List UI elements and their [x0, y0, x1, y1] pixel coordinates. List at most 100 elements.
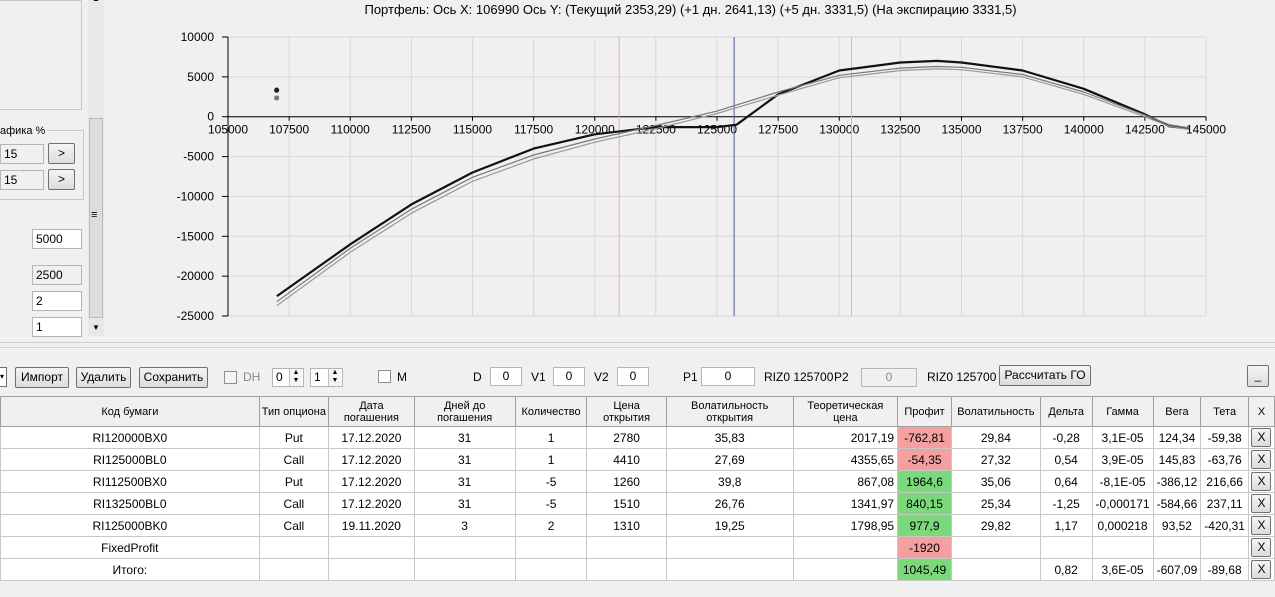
save-button[interactable]: Сохранить	[139, 367, 208, 388]
p1-field[interactable]: 0	[701, 367, 755, 386]
cell-profit: -762,81	[897, 426, 952, 449]
remove-cell: X	[1247, 514, 1275, 537]
cell-code: RI132500BL0	[0, 492, 260, 515]
table-row[interactable]: RI112500BX0 Put 17.12.2020 31 -5 1260 39,8 867,…	[0, 470, 1275, 493]
import-button[interactable]: Импорт	[15, 367, 69, 388]
cell-vol-open	[665, 558, 794, 581]
header-col-theo[interactable]: Теоретическая цена	[792, 396, 899, 427]
table-row[interactable]: FixedProfit -1920 X	[0, 536, 1275, 559]
scale-y-button[interactable]: >	[48, 169, 75, 190]
dropdown-arrow-icon[interactable]: ▾	[0, 367, 7, 387]
cell-date: 17.12.2020	[328, 426, 415, 449]
cell-profit: 977,9	[897, 514, 952, 537]
delete-button[interactable]: Удалить	[76, 367, 131, 388]
remove-row-button[interactable]: X	[1251, 428, 1272, 447]
current-price-point	[274, 95, 280, 101]
cell-profit: -54,35	[897, 448, 952, 471]
table-row[interactable]: RI125000BL0 Call 17.12.2020 31 1 4410 27,69 435…	[0, 448, 1275, 471]
v1-field[interactable]: 0	[553, 367, 585, 386]
cell-date: 17.12.2020	[328, 448, 415, 471]
header-col-delta[interactable]: Дельта	[1039, 396, 1093, 427]
series-line	[276, 68, 1189, 307]
cell-type	[258, 536, 330, 559]
scale-y-field[interactable]: 15	[0, 170, 44, 190]
remove-row-button[interactable]: X	[1251, 494, 1272, 513]
header-col-profit[interactable]: Профит	[897, 396, 952, 427]
cell-days	[413, 536, 516, 559]
header-col-vega[interactable]: Вега	[1152, 396, 1202, 427]
d-field[interactable]: 0	[490, 367, 522, 386]
header-col-type[interactable]: Тип опциона	[258, 396, 330, 427]
header-col-open[interactable]: Цена открытия	[586, 396, 667, 427]
cell-delta: 0,64	[1039, 470, 1093, 493]
spin-arrows-icon[interactable]: ▲ ▼	[328, 369, 341, 386]
cell-type: Call	[258, 492, 330, 515]
header-col-days[interactable]: Дней до погашения	[413, 396, 516, 427]
header-col-qty[interactable]: Количество	[514, 396, 588, 427]
cell-days	[413, 558, 516, 581]
minimize-button[interactable]: _	[1247, 365, 1269, 387]
remove-row-button[interactable]: X	[1251, 516, 1272, 535]
header-col-date[interactable]: Дата погашения	[328, 396, 415, 427]
dh-checkbox[interactable]	[224, 371, 237, 384]
scale-x-field[interactable]: 15	[0, 144, 44, 164]
spin-arrows-icon[interactable]: ▲ ▼	[289, 369, 302, 386]
param-field-1[interactable]: 5000	[32, 229, 82, 249]
cell-type: Call	[258, 514, 330, 537]
table-row[interactable]: RI120000BX0 Put 17.12.2020 31 1 2780 35,83 2017…	[0, 426, 1275, 449]
scale-x-button[interactable]: >	[48, 143, 75, 164]
positions-table: Код бумаги Тип опциона Дата погашения Дней …	[0, 396, 1275, 581]
remove-cell: X	[1247, 492, 1275, 515]
cell-code: RI125000BL0	[0, 448, 260, 471]
header-col-x[interactable]: X	[1247, 396, 1275, 427]
scroll-up-icon[interactable]: ▲	[92, 0, 100, 3]
x-tick-label: 110000	[331, 123, 370, 137]
cell-qty	[514, 536, 588, 559]
cell-gamma: -8,1E-05	[1091, 470, 1154, 493]
x-tick-label: 130000	[819, 123, 859, 137]
cell-theo: 4355,65	[792, 448, 899, 471]
m-checkbox[interactable]	[378, 370, 391, 383]
param-field-2: 2500	[32, 265, 82, 285]
calculate-margin-button[interactable]: Рассчитать ГО	[999, 365, 1091, 386]
scroll-down-icon[interactable]: ▼	[92, 323, 100, 332]
table-row[interactable]: RI125000BK0 Call 19.11.2020 3 2 1310 19,25 1798…	[0, 514, 1275, 537]
splitter[interactable]	[0, 342, 1275, 348]
remove-row-button[interactable]: X	[1251, 560, 1272, 579]
v2-field[interactable]: 0	[617, 367, 649, 386]
cell-theta: -420,31	[1200, 514, 1249, 537]
header-col-theta[interactable]: Тета	[1200, 396, 1249, 427]
header-col-vol[interactable]: Волатильность	[950, 396, 1041, 427]
cell-theo	[792, 558, 899, 581]
p1-instrument-label: RIZ0 125700	[764, 370, 834, 384]
remove-row-button[interactable]: X	[1251, 538, 1272, 557]
remove-row-button[interactable]: X	[1251, 472, 1272, 491]
remove-row-button[interactable]: X	[1251, 450, 1272, 469]
param-field-4[interactable]: 1	[32, 317, 82, 337]
cell-theo	[792, 536, 899, 559]
p1-label: P1	[683, 370, 698, 384]
cell-vol: 25,34	[950, 492, 1041, 515]
cell-profit: 1964,6	[897, 470, 952, 493]
cell-delta	[1039, 536, 1093, 559]
cell-theo: 1798,95	[792, 514, 899, 537]
header-col-gamma[interactable]: Гамма	[1091, 396, 1154, 427]
x-tick-label: 117500	[514, 123, 553, 137]
cell-date: 17.12.2020	[328, 492, 415, 515]
cell-qty	[514, 558, 588, 581]
cell-vol: 27,32	[950, 448, 1041, 471]
x-tick-label: 112500	[392, 123, 431, 137]
chart-plot[interactable]: 105000 107500 110000 112500 115000 117500 1200…	[106, 0, 1275, 340]
cell-vega: -607,09	[1152, 558, 1202, 581]
payoff-chart: Портфель: Ось X: 106990 Ось Y: (Текущий …	[106, 0, 1275, 340]
cell-code: RI125000BK0	[0, 514, 260, 537]
table-row[interactable]: RI132500BL0 Call 17.12.2020 31 -5 1510 26,76 13…	[0, 492, 1275, 515]
table-row[interactable]: Итого: 1045,49 0,82 3,6E-05 -607,09 -89,68 X	[0, 558, 1275, 581]
cell-date: 19.11.2020	[328, 514, 415, 537]
header-col-code[interactable]: Код бумаги	[0, 396, 260, 427]
cell-vol-open: 26,76	[665, 492, 794, 515]
header-col-vol-open[interactable]: Волатильность открытия	[665, 396, 794, 427]
x-tick-label: 105000	[208, 123, 248, 137]
param-field-3[interactable]: 2	[32, 291, 82, 311]
m-label: M	[397, 370, 407, 384]
